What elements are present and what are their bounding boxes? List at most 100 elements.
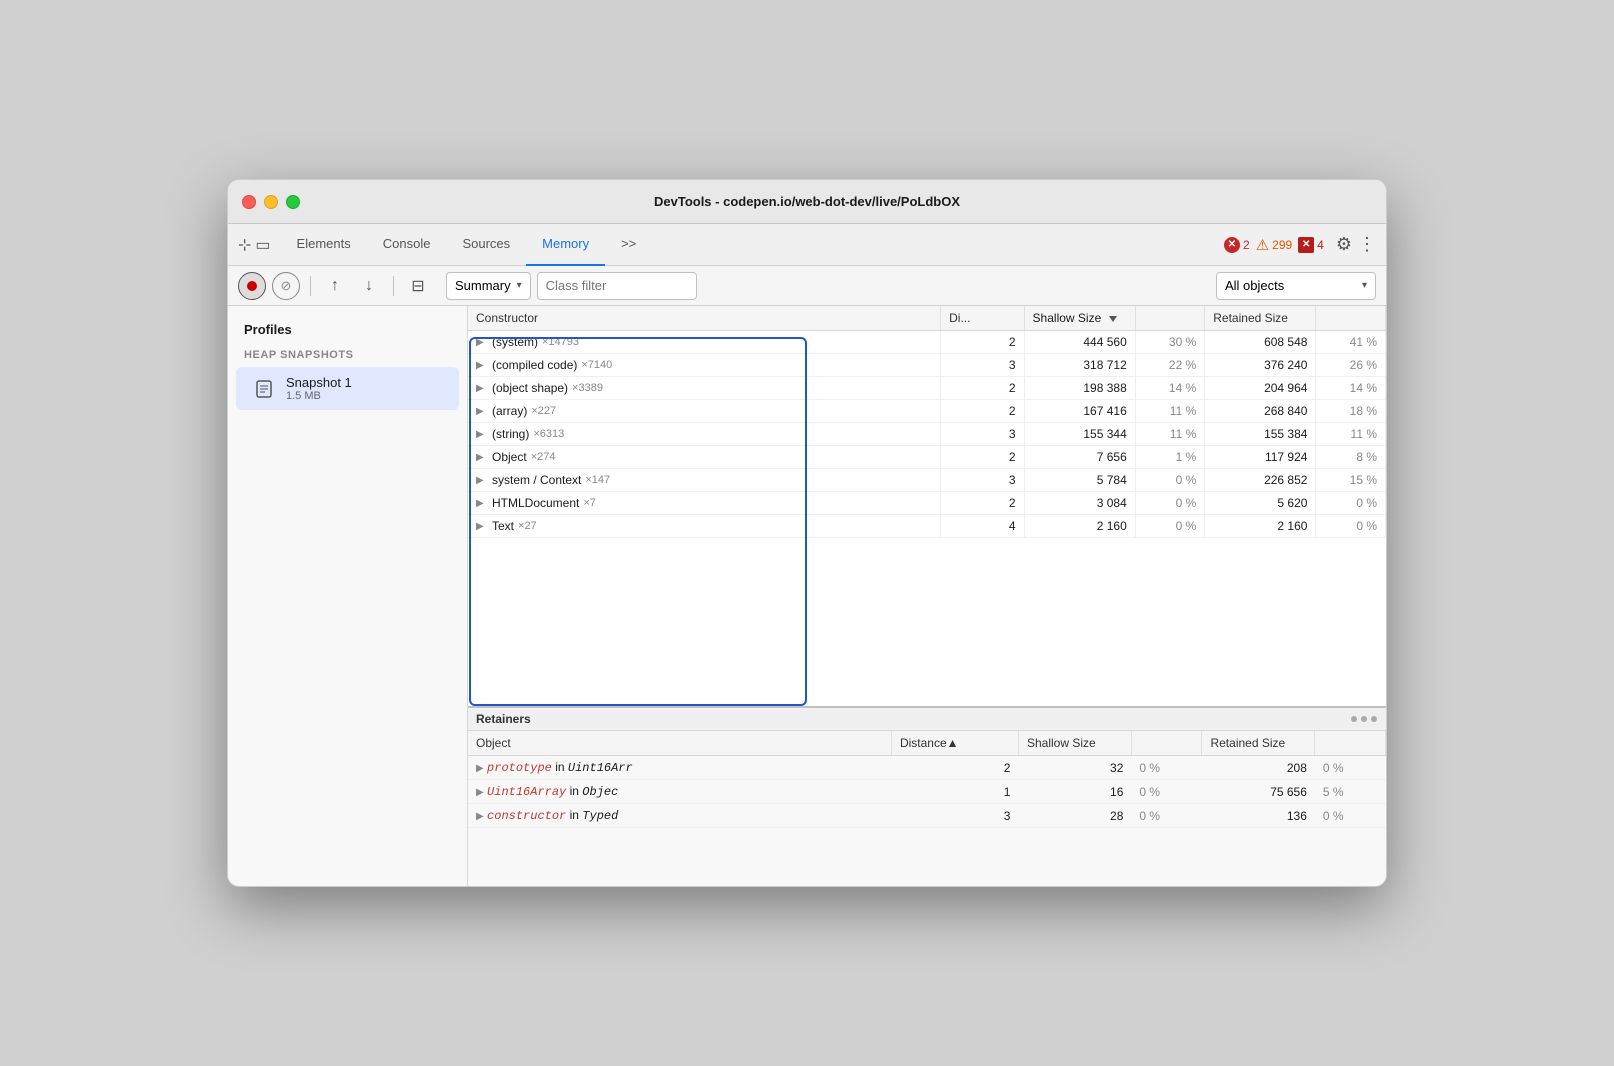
table-row[interactable]: ▶ HTMLDocument ×7 2 3 084 0 % 5 620 0 % [468,492,1386,515]
filter-icon[interactable]: ⊟ [404,272,432,300]
heap-table-wrapper[interactable]: Constructor Di... Shallow Size Retained … [468,306,1386,706]
error-badge[interactable]: ✕ 2 [1224,237,1250,253]
all-objects-dropdown[interactable]: All objects ▾ [1216,272,1376,300]
retainers-section: Retainers [468,706,1386,886]
cell-constructor: ▶ (array) ×227 [468,400,941,423]
expand-icon[interactable]: ▶ [476,763,484,774]
col-distance[interactable]: Di... [941,306,1024,331]
expand-icon[interactable]: ▶ [476,787,484,798]
heap-table-header: Constructor Di... Shallow Size Retained … [468,306,1386,331]
ret-col-retained[interactable]: Retained Size [1202,731,1315,756]
device-icon[interactable]: ▭ [255,235,270,255]
tab-console[interactable]: Console [367,224,447,266]
cell-retained: 268 840 [1205,400,1316,423]
table-row[interactable]: ▶ (array) ×227 2 167 416 11 % 268 840 18… [468,400,1386,423]
cell-shallow: 5 784 [1024,469,1135,492]
ret-col-shallow[interactable]: Shallow Size [1018,731,1131,756]
fullscreen-button[interactable] [286,195,300,209]
table-row[interactable]: ▶ Object ×274 2 7 656 1 % 117 924 8 % [468,446,1386,469]
ret-cell-retained: 75 656 [1202,780,1315,804]
stop-button[interactable]: ⊘ [272,272,300,300]
chevron-down-icon-2: ▾ [1362,280,1367,291]
expand-icon[interactable]: ▶ [476,521,488,532]
retainer-row[interactable]: ▶ Uint16Array in Objec 1 16 0 % 75 656 5… [468,780,1386,804]
col-shallow-size[interactable]: Shallow Size [1024,306,1135,331]
ret-cell-shallow-pct: 0 % [1131,804,1202,828]
count-badge: ×147 [585,474,610,486]
snapshot-info: Snapshot 1 1.5 MB [286,375,352,402]
cell-retained-pct: 0 % [1316,515,1386,538]
cell-shallow: 2 160 [1024,515,1135,538]
cell-retained-pct: 11 % [1316,423,1386,446]
table-row[interactable]: ▶ (object shape) ×3389 2 198 388 14 % 20… [468,377,1386,400]
cell-distance: 3 [941,469,1024,492]
ret-link[interactable]: constructor [487,809,566,823]
retainer-row[interactable]: ▶ prototype in Uint16Arr 2 32 0 % 208 0 … [468,756,1386,780]
expand-icon[interactable]: ▶ [476,498,488,509]
minimize-button[interactable] [264,195,278,209]
expand-icon[interactable]: ▶ [476,429,488,440]
inspect-icon[interactable]: ⊹ [238,235,251,255]
expand-icon[interactable]: ▶ [476,475,488,486]
heap-table: Constructor Di... Shallow Size Retained … [468,306,1386,538]
cell-constructor: ▶ (system) ×14793 [468,331,941,354]
ret-in: in [570,808,583,822]
constructor-name: (object shape) [492,381,568,395]
cell-retained: 226 852 [1205,469,1316,492]
tab-elements[interactable]: Elements [281,224,367,266]
profiles-title: Profiles [228,318,467,345]
retainer-row[interactable]: ▶ constructor in Typed 3 28 0 % 136 0 % [468,804,1386,828]
snapshot-icon [252,377,276,401]
tab-sources[interactable]: Sources [446,224,526,266]
heap-snapshots-title: HEAP SNAPSHOTS [228,345,467,365]
more-icon[interactable]: ⋮ [1358,234,1376,255]
col-shallow-pct [1135,306,1205,331]
expand-icon[interactable]: ▶ [476,383,488,394]
tab-more[interactable]: >> [605,224,652,266]
summary-dropdown[interactable]: Summary ▾ [446,272,531,300]
ret-col-object[interactable]: Object [468,731,891,756]
close-button[interactable] [242,195,256,209]
table-row[interactable]: ▶ system / Context ×147 3 5 784 0 % 226 … [468,469,1386,492]
cell-shallow: 155 344 [1024,423,1135,446]
record-button[interactable] [238,272,266,300]
warn-badge[interactable]: ⚠ 299 [1256,236,1292,254]
constructor-name: Object [492,450,527,464]
toolbar-right: ✕ 2 ⚠ 299 ✕ 4 ⚙ ⋮ [1224,234,1376,255]
ret-cell-retained-pct: 0 % [1315,804,1386,828]
all-objects-label: All objects [1225,278,1284,293]
count-badge: ×227 [531,405,556,417]
ret-link[interactable]: prototype [487,761,552,775]
info-badge[interactable]: ✕ 4 [1298,237,1324,253]
cell-constructor: ▶ (compiled code) ×7140 [468,354,941,377]
cell-shallow-pct: 0 % [1135,515,1205,538]
expand-icon[interactable]: ▶ [476,406,488,417]
cell-shallow-pct: 1 % [1135,446,1205,469]
table-row[interactable]: ▶ (compiled code) ×7140 3 318 712 22 % 3… [468,354,1386,377]
expand-icon[interactable]: ▶ [476,452,488,463]
expand-icon[interactable]: ▶ [476,337,488,348]
cell-distance: 2 [941,400,1024,423]
snapshot-item[interactable]: Snapshot 1 1.5 MB [236,367,459,410]
expand-icon[interactable]: ▶ [476,811,484,822]
ret-col-distance[interactable]: Distance▲ [891,731,1018,756]
traffic-lights [242,195,300,209]
info-icon: ✕ [1298,237,1314,253]
table-row[interactable]: ▶ (string) ×6313 3 155 344 11 % 155 384 … [468,423,1386,446]
table-row[interactable]: ▶ (system) ×14793 2 444 560 30 % 608 548… [468,331,1386,354]
expand-icon[interactable]: ▶ [476,360,488,371]
settings-icon[interactable]: ⚙ [1336,234,1352,255]
download-icon[interactable]: ↓ [355,272,383,300]
class-filter-input[interactable] [537,272,697,300]
ret-cell-retained-pct: 0 % [1315,756,1386,780]
upload-icon[interactable]: ↑ [321,272,349,300]
col-retained-size[interactable]: Retained Size [1205,306,1316,331]
col-constructor[interactable]: Constructor [468,306,941,331]
cell-shallow: 444 560 [1024,331,1135,354]
cell-retained: 608 548 [1205,331,1316,354]
count-badge: ×7 [583,497,596,509]
tab-memory[interactable]: Memory [526,224,605,266]
cell-retained: 117 924 [1205,446,1316,469]
table-row[interactable]: ▶ Text ×27 4 2 160 0 % 2 160 0 % [468,515,1386,538]
ret-link[interactable]: Uint16Array [487,785,566,799]
